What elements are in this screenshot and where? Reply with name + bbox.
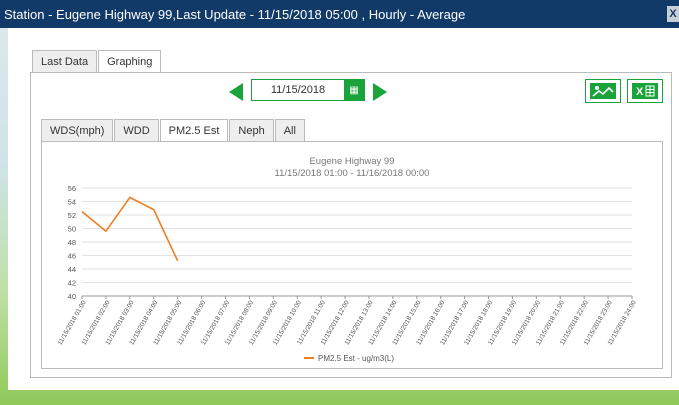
y-tick-label: 52 [68,211,76,220]
excel-icon-letter: X [636,86,644,98]
next-day-arrow-icon[interactable] [373,83,387,101]
tab-graphing[interactable]: Graphing [98,50,162,73]
chart-title: Eugene Highway 99 [309,156,394,167]
window-title: Station - Eugene Highway 99,Last Update … [4,6,466,22]
tab-pm25-est[interactable]: PM2.5 Est [159,119,229,141]
y-tick-label: 56 [68,184,76,193]
chart-container: Eugene Highway 99 11/15/2018 01:00 - 11/… [41,141,663,369]
outer-tab-bar: Last Data Graphing [32,50,162,73]
measure-tab-bar: WDS(mph) WDD PM2.5 Est Neph All [41,119,306,141]
tab-all[interactable]: All [274,119,305,141]
window-title-bar: Station - Eugene Highway 99,Last Update … [0,0,679,28]
tab-last-data[interactable]: Last Data [32,50,98,72]
export-excel-button[interactable]: X [627,79,663,103]
previous-day-arrow-icon[interactable] [229,83,243,101]
close-icon[interactable]: X [667,6,679,22]
tab-wds[interactable]: WDS(mph) [41,119,114,141]
series-line-pm25 [81,196,179,262]
tab-neph[interactable]: Neph [229,119,274,141]
y-tick-label: 42 [68,279,76,288]
y-tick-label: 50 [68,225,76,234]
date-value[interactable]: 11/15/2018 [252,84,344,96]
calendar-icon[interactable]: ▦ [344,80,364,100]
station-dialog: Last Data Graphing 11/15/2018 ▦ X WDS(mp… [8,28,679,390]
tab-wdd[interactable]: WDD [114,119,159,141]
excel-icon: X [632,83,658,99]
y-tick-label: 40 [68,292,76,301]
y-tick-label: 48 [68,238,76,247]
legend-label: PM2.5 Est - ug/m3(L) [318,354,394,363]
date-picker[interactable]: 11/15/2018 ▦ [251,79,365,101]
chart-legend: PM2.5 Est - ug/m3(L) [304,354,394,363]
y-tick-label: 46 [68,252,76,261]
pm25-line-chart: Eugene Highway 99 11/15/2018 01:00 - 11/… [57,156,638,363]
graphing-panel: 11/15/2018 ▦ X WDS(mph) WDD PM2.5 Est Ne… [30,72,672,378]
y-tick-label: 44 [68,265,76,274]
chart-image-icon [590,83,616,99]
export-chart-image-button[interactable] [585,79,621,103]
chart-subtitle: 11/15/2018 01:00 - 11/16/2018 00:00 [275,168,430,179]
y-tick-label: 54 [68,198,76,207]
